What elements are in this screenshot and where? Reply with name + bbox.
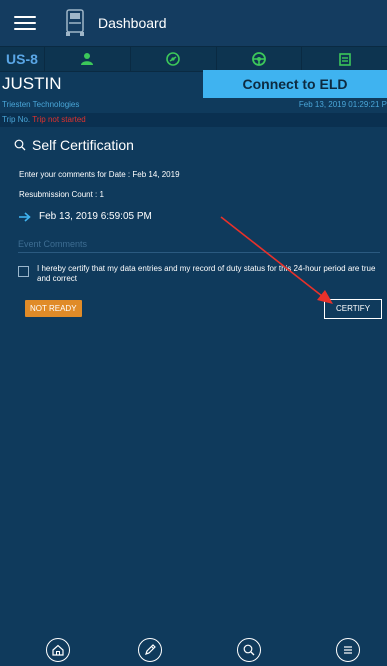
search-icon xyxy=(243,644,255,656)
connect-eld-button[interactable]: Connect to ELD xyxy=(203,70,387,98)
certify-button[interactable]: CERTIFY xyxy=(324,299,382,319)
driver-name: JUSTIN xyxy=(2,74,62,93)
certify-statement: I hereby certify that my data entries an… xyxy=(37,264,376,283)
trip-status: Trip not started xyxy=(32,115,86,124)
bottom-nav xyxy=(0,636,387,666)
search-button[interactable] xyxy=(237,638,261,662)
section-title: Self Certification xyxy=(32,137,134,153)
list-menu-button[interactable] xyxy=(336,638,360,662)
event-comments-input[interactable] xyxy=(18,236,380,253)
edit-pencil-icon xyxy=(145,644,156,655)
comment-date-text: Enter your comments for Date : Feb 14, 2… xyxy=(19,170,180,179)
list-menu-icon xyxy=(344,646,352,654)
current-datetime: Feb 13, 2019 01:29:21 P xyxy=(298,100,387,109)
edit-button[interactable] xyxy=(138,638,162,662)
search-icon xyxy=(14,139,26,151)
section-header: Self Certification xyxy=(14,135,134,155)
status-off-duty[interactable] xyxy=(45,47,131,71)
status-sleeper-berth[interactable] xyxy=(131,47,217,71)
trip-row: Trip No. Trip not started xyxy=(0,113,387,127)
truck-logo-icon xyxy=(66,9,84,36)
sleeper-berth-icon xyxy=(166,52,180,66)
company-name: Triesten Technologies xyxy=(2,100,80,109)
certify-statement-row: I hereby certify that my data entries an… xyxy=(18,264,378,284)
hamburger-menu-icon[interactable] xyxy=(14,16,36,30)
event-time: Feb 13, 2019 6:59:05 PM xyxy=(39,211,152,222)
status-driving[interactable] xyxy=(217,47,303,71)
on-duty-icon xyxy=(338,53,351,66)
status-on-duty[interactable] xyxy=(302,47,387,71)
home-icon xyxy=(52,644,64,656)
arrow-right-icon xyxy=(19,211,31,222)
driver-row: JUSTIN Connect to ELD xyxy=(0,70,387,98)
top-app-bar: Dashboard xyxy=(0,0,387,46)
certify-checkbox[interactable] xyxy=(18,266,29,277)
trip-label: Trip No. xyxy=(2,115,31,124)
driving-steering-icon xyxy=(251,52,266,66)
home-button[interactable] xyxy=(46,638,70,662)
off-duty-icon xyxy=(81,53,94,65)
company-row: Triesten Technologies Feb 13, 2019 01:29… xyxy=(0,98,387,112)
page-title: Dashboard xyxy=(98,15,167,31)
not-ready-badge: NOT READY xyxy=(25,300,82,317)
duty-status-bar: US-8 xyxy=(0,46,387,72)
event-time-row[interactable]: Feb 13, 2019 6:59:05 PM xyxy=(19,211,152,222)
resubmission-count: Resubmission Count : 1 xyxy=(19,190,104,199)
rule-set-label: US-8 xyxy=(0,47,45,71)
